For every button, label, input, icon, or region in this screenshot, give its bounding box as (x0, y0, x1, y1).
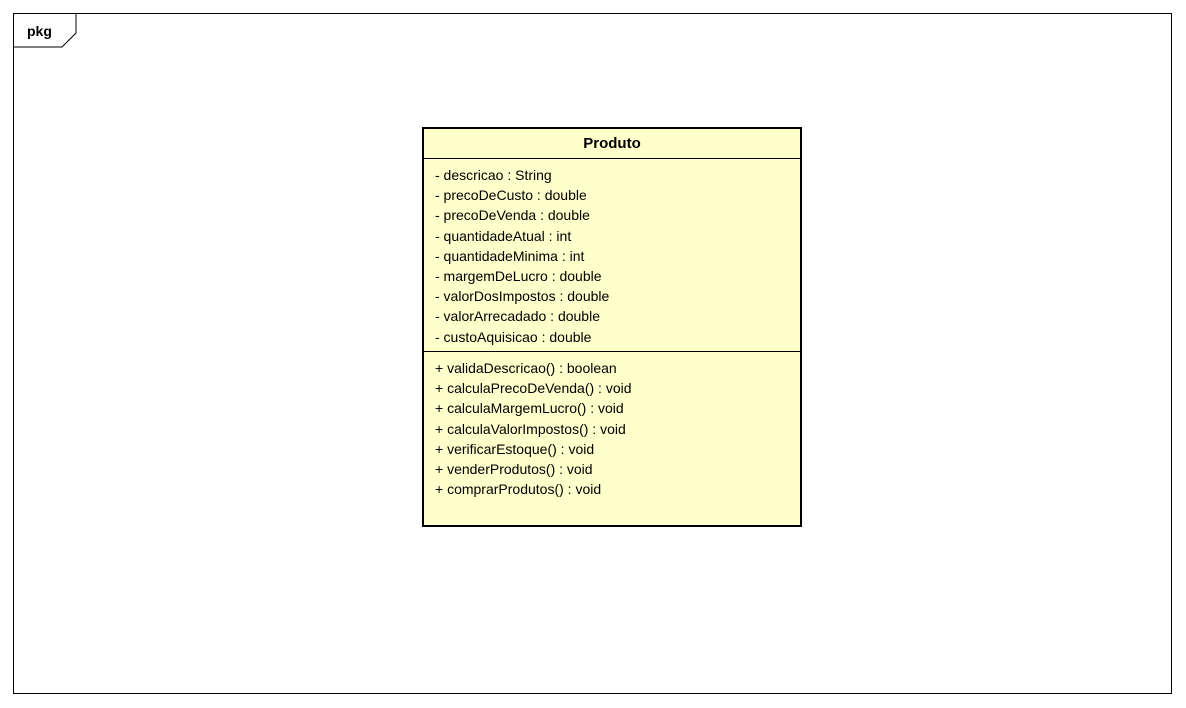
attribute-item: - valorArrecadado : double (435, 308, 600, 325)
class-name: Produto (424, 129, 800, 159)
operation-item: + venderProdutos() : void (435, 461, 593, 478)
operation-item: + calculaValorImpostos() : void (435, 420, 626, 437)
attribute-item: - quantidadeAtual : int (435, 227, 572, 244)
attribute-item: - precoDeVenda : double (435, 207, 590, 224)
package-frame-tab: pkg (14, 14, 78, 48)
attribute-item: - valorDosImpostos : double (435, 288, 610, 305)
operation-item: + comprarProdutos() : void (435, 481, 602, 498)
operations-compartment: + validaDescricao() : boolean + calculaP… (424, 352, 800, 505)
attributes-compartment: - descricao : String - precoDeCusto : do… (424, 159, 800, 352)
attribute-item: - margemDeLucro : double (435, 268, 602, 285)
class-produto[interactable]: Produto - descricao : String - precoDeCu… (422, 127, 802, 527)
attribute-item: - custoAquisicao : double (435, 328, 592, 345)
package-label: pkg (27, 23, 52, 39)
operation-item: + validaDescricao() : boolean (435, 360, 617, 376)
operation-item: + verificarEstoque() : void (435, 440, 595, 457)
attribute-item: - quantidadeMinima : int (435, 247, 585, 264)
operation-item: + calculaPrecoDeVenda() : void (435, 380, 632, 397)
attribute-item: - descricao : String (435, 167, 552, 183)
attribute-item: - precoDeCusto : double (435, 187, 587, 204)
operation-item: + calculaMargemLucro() : void (435, 400, 624, 417)
